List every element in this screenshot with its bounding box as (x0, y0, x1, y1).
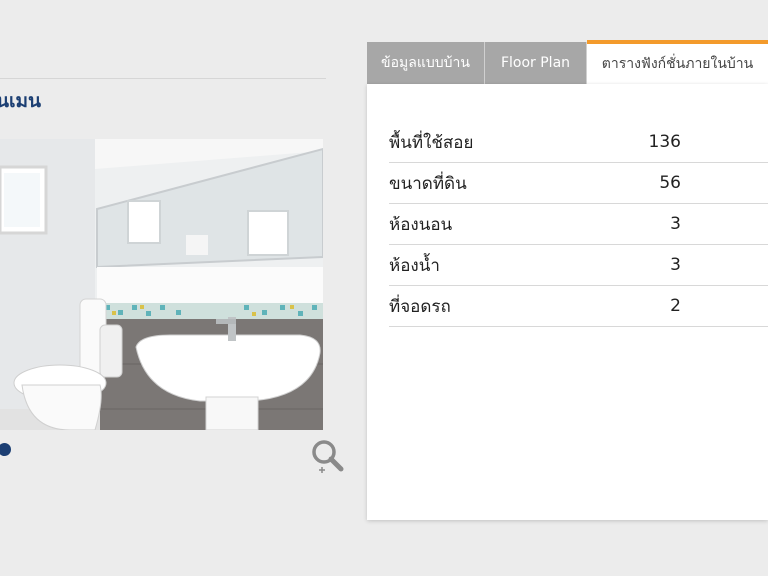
table-row: ห้องน้ำ 3 (389, 244, 768, 286)
tab-function-table[interactable]: ตารางฟังก์ชั่นภายในบ้าน (587, 40, 768, 84)
specs-table: พื้นที่ใช้สอย 136 ขนาดที่ดิน 56 ห้องนอน … (389, 122, 768, 327)
specs-panel: พื้นที่ใช้สอย 136 ขนาดที่ดิน 56 ห้องนอน … (367, 84, 768, 520)
spec-value-bedrooms: 3 (629, 203, 768, 245)
tab-bar: ข้อมูลแบบบ้าน Floor Plan ตารางฟังก์ชั่นภ… (367, 40, 768, 84)
table-row: ห้องนอน 3 (389, 203, 768, 245)
spec-label-bedrooms: ห้องนอน (389, 203, 629, 245)
tab-house-info[interactable]: ข้อมูลแบบบ้าน (367, 42, 485, 84)
spec-value-bathrooms: 3 (629, 244, 768, 286)
page-title: นเมน (0, 90, 41, 112)
tab-floor-plan[interactable]: Floor Plan (485, 42, 587, 84)
spec-value-land-size: 56 (629, 162, 768, 204)
table-row: ที่จอดรถ 2 (389, 285, 768, 327)
spec-label-usable-area: พื้นที่ใช้สอย (389, 122, 629, 163)
spec-label-parking: ที่จอดรถ (389, 285, 629, 327)
spec-value-parking: 2 (629, 285, 768, 327)
table-row: พื้นที่ใช้สอย 136 (389, 122, 768, 163)
spec-value-usable-area: 136 (629, 122, 768, 163)
bathroom-photo[interactable] (0, 139, 323, 430)
table-row: ขนาดที่ดิน 56 (389, 162, 768, 204)
slide-indicator-dot[interactable] (0, 443, 11, 456)
spec-label-bathrooms: ห้องน้ำ (389, 244, 629, 286)
zoom-in-icon[interactable] (312, 440, 344, 474)
spec-label-land-size: ขนาดที่ดิน (389, 162, 629, 204)
header-divider (0, 78, 326, 79)
